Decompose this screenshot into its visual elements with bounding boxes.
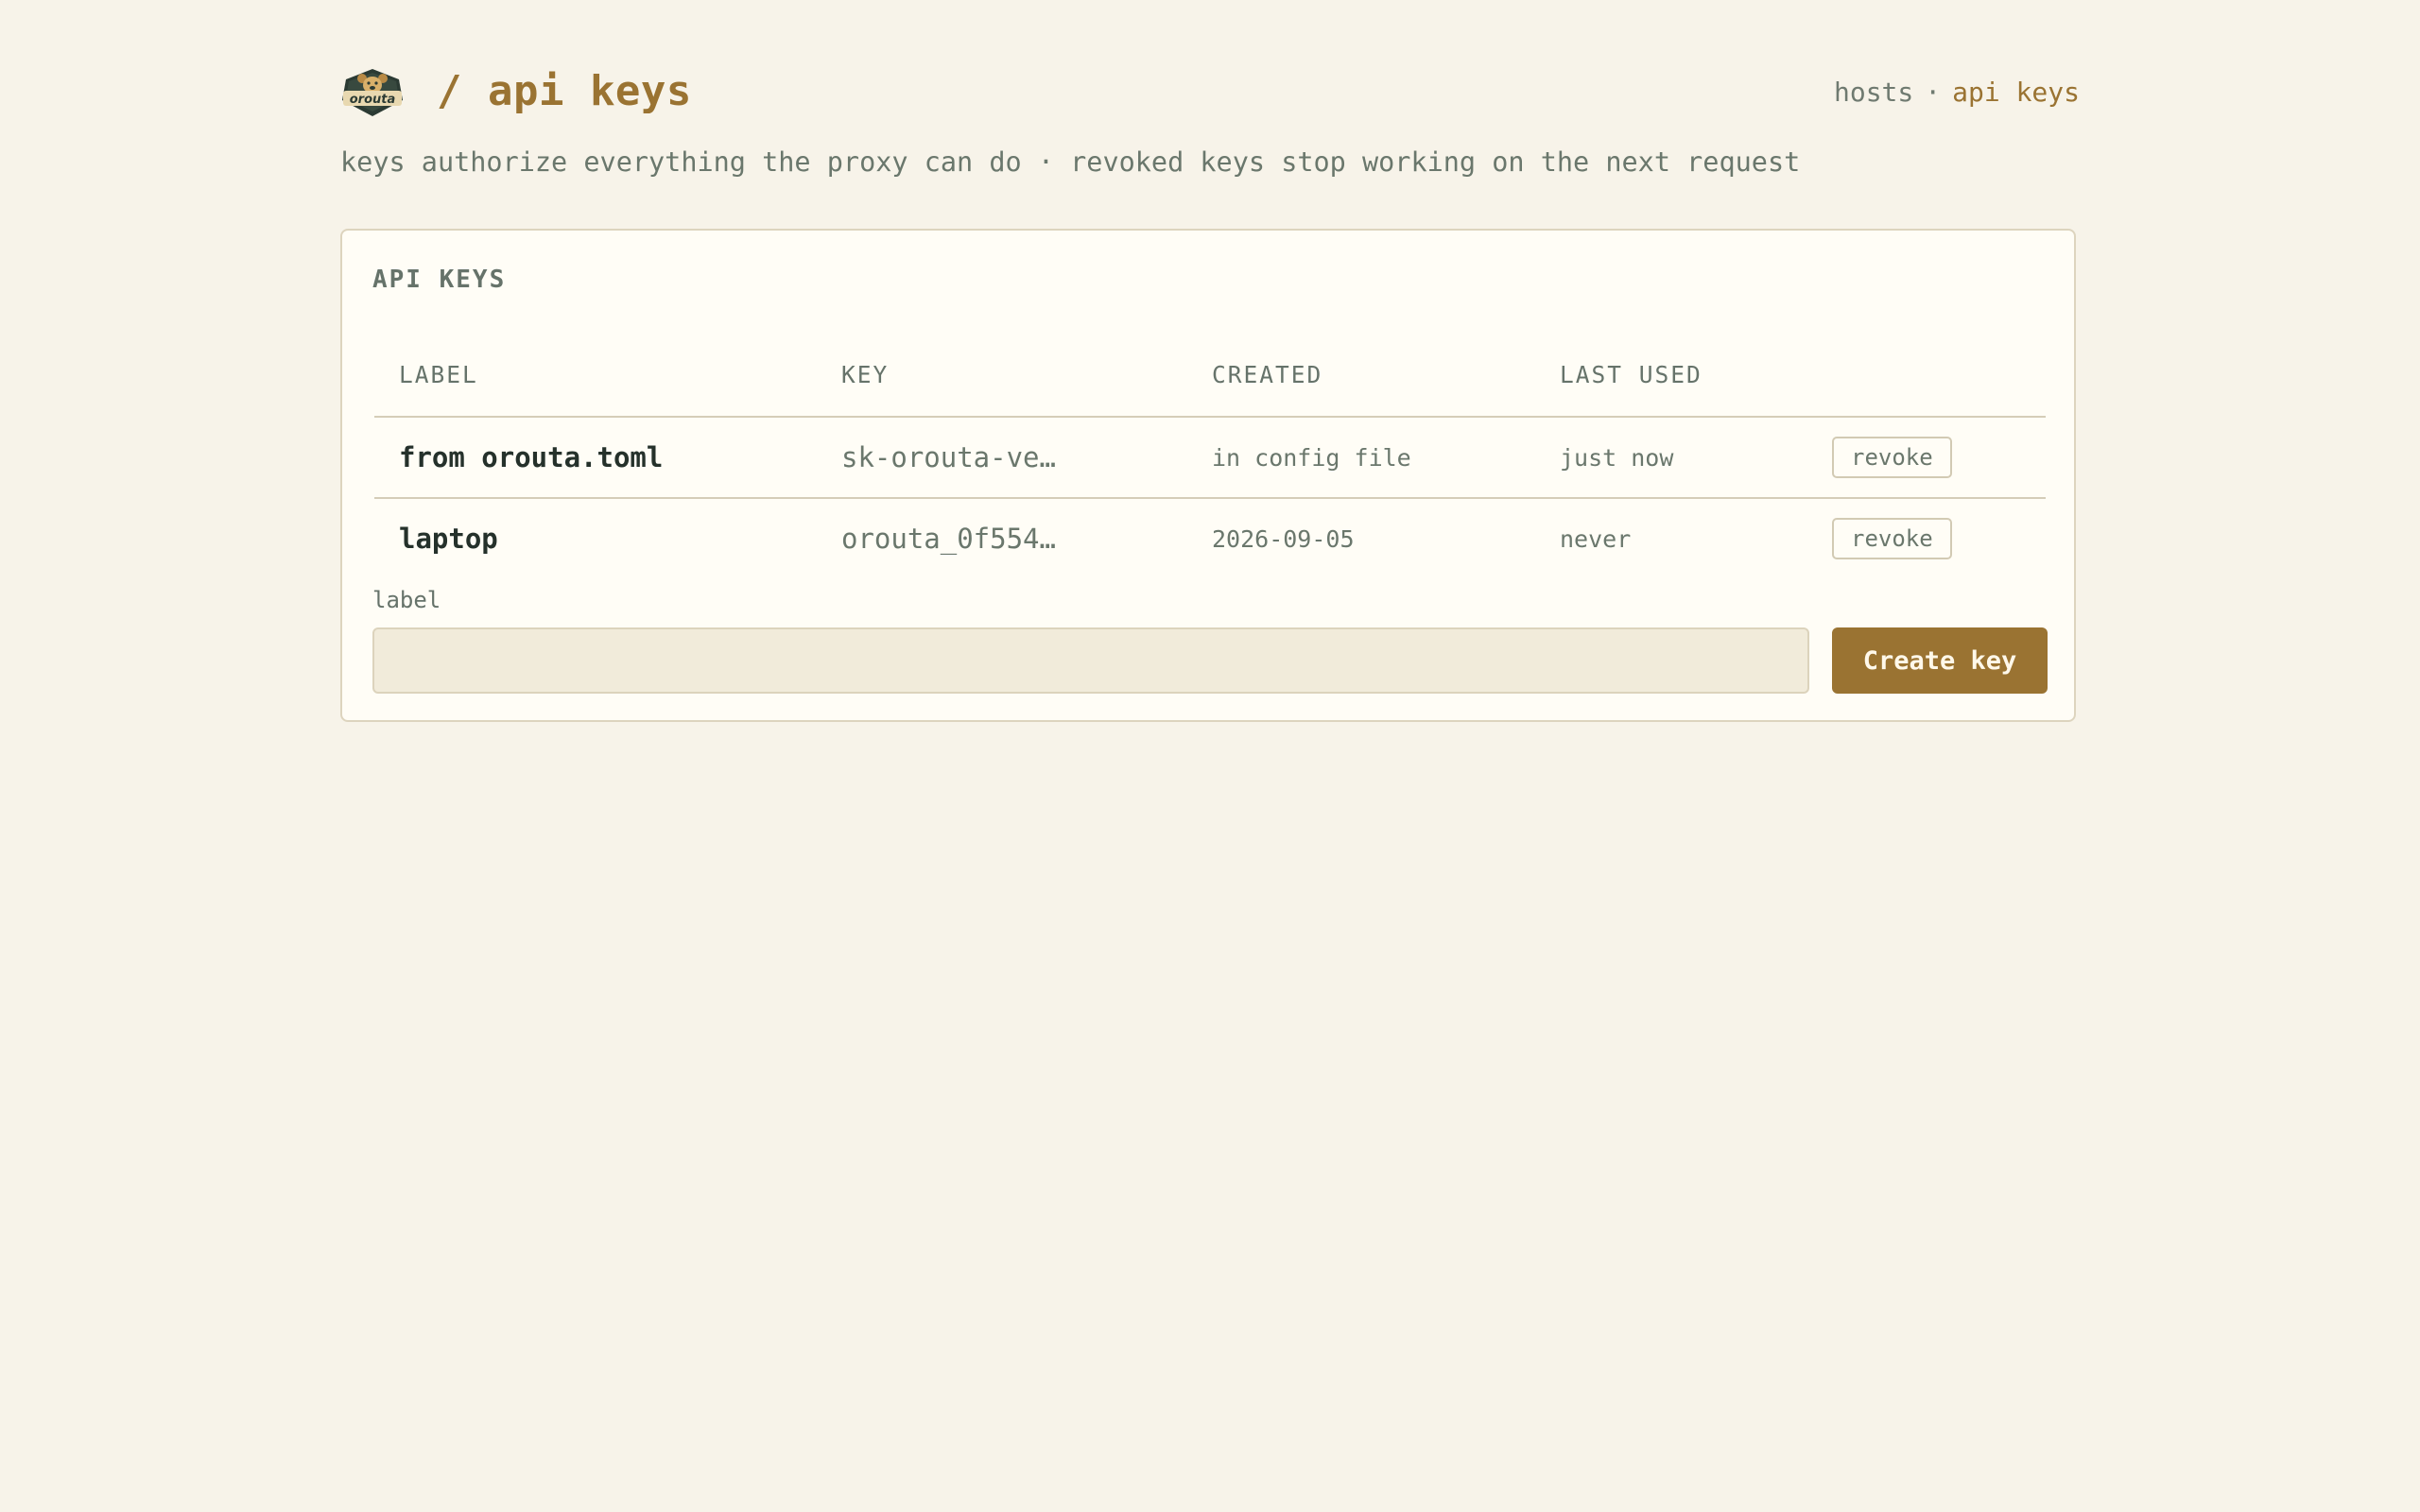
revoke-button[interactable]: revoke [1832, 437, 1952, 478]
key-last-used: never [1560, 524, 1632, 553]
table-row: from orouta.toml sk-orouta-ve… in config… [374, 417, 2046, 499]
page: orouta / api keys hosts · api keys keys au… [340, 0, 2080, 722]
nav-link-api-keys[interactable]: api keys [1952, 77, 2080, 108]
column-header-key: KEY [817, 335, 1187, 418]
key-value: sk-orouta-ve… [817, 417, 1187, 499]
card-title: API KEYS [372, 266, 507, 294]
svg-text:orouta: orouta [350, 93, 396, 107]
label-field-label: label [372, 587, 441, 613]
key-label: laptop [399, 523, 498, 555]
brand: orouta / api keys [340, 64, 692, 119]
key-created: 2026-09-05 [1212, 524, 1355, 553]
column-header-label: LABEL [374, 335, 817, 418]
key-value: orouta_0f554… [841, 523, 1056, 555]
page-title: / api keys [437, 67, 692, 115]
key-actions: revoke [1807, 417, 2046, 499]
nav-link-hosts[interactable]: hosts [1834, 77, 1913, 108]
key-created: in config file [1187, 417, 1535, 499]
column-header-actions [1807, 335, 2046, 418]
table-header-row: LABEL KEY CREATED LAST USED [374, 335, 2046, 418]
nav-separator: · [1925, 77, 1942, 108]
page-subtitle: keys authorize everything the proxy can … [340, 146, 1801, 178]
label-input[interactable] [372, 627, 1809, 694]
revoke-button[interactable]: revoke [1832, 518, 1952, 559]
api-keys-table: LABEL KEY CREATED LAST USED from orouta.… [374, 335, 2046, 578]
table-row: laptop orouta_0f554… 2026-09-05 never re… [374, 498, 2046, 578]
key-last-used: just now [1535, 417, 1807, 499]
key-actions: revoke [1807, 498, 2046, 578]
top-bar: orouta / api keys hosts · api keys keys au… [340, 0, 2080, 179]
key-label: from orouta.toml [374, 417, 817, 499]
top-nav: hosts · api keys [1834, 76, 2080, 110]
column-header-created: CREATED [1187, 335, 1535, 418]
column-header-last-used: LAST USED [1535, 335, 1807, 418]
create-key-button[interactable]: Create key [1832, 627, 2048, 694]
api-keys-card: API KEYS LABEL KEY CREATED LAST USED fro… [340, 229, 2076, 722]
orouta-logo-icon[interactable]: orouta [340, 64, 405, 119]
